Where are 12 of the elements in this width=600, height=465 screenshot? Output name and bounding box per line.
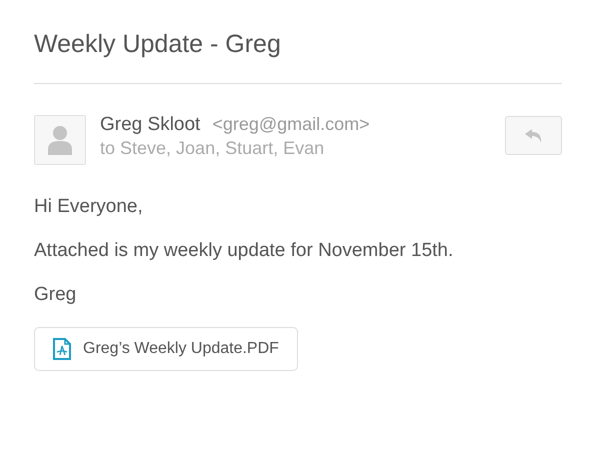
body-paragraph: Attached is my weekly update for November 15th. bbox=[34, 239, 454, 263]
email-subject: Weekly Update - Greg bbox=[34, 29, 282, 60]
body-paragraph: Hi Everyone, bbox=[34, 195, 144, 219]
recipients: to Steve, Joan, Stuart, Evan bbox=[100, 138, 326, 159]
body-paragraph: Greg bbox=[34, 283, 78, 307]
person-icon bbox=[47, 125, 73, 155]
pdf-file-icon bbox=[53, 338, 71, 360]
sender-name: Greg Skloot bbox=[100, 114, 200, 136]
attachment-chip[interactable]: Greg’s Weekly Update.PDF bbox=[34, 327, 298, 371]
reply-icon bbox=[524, 128, 542, 142]
sender-email: <greg@gmail.com> bbox=[212, 114, 370, 135]
reply-button[interactable] bbox=[505, 116, 562, 155]
